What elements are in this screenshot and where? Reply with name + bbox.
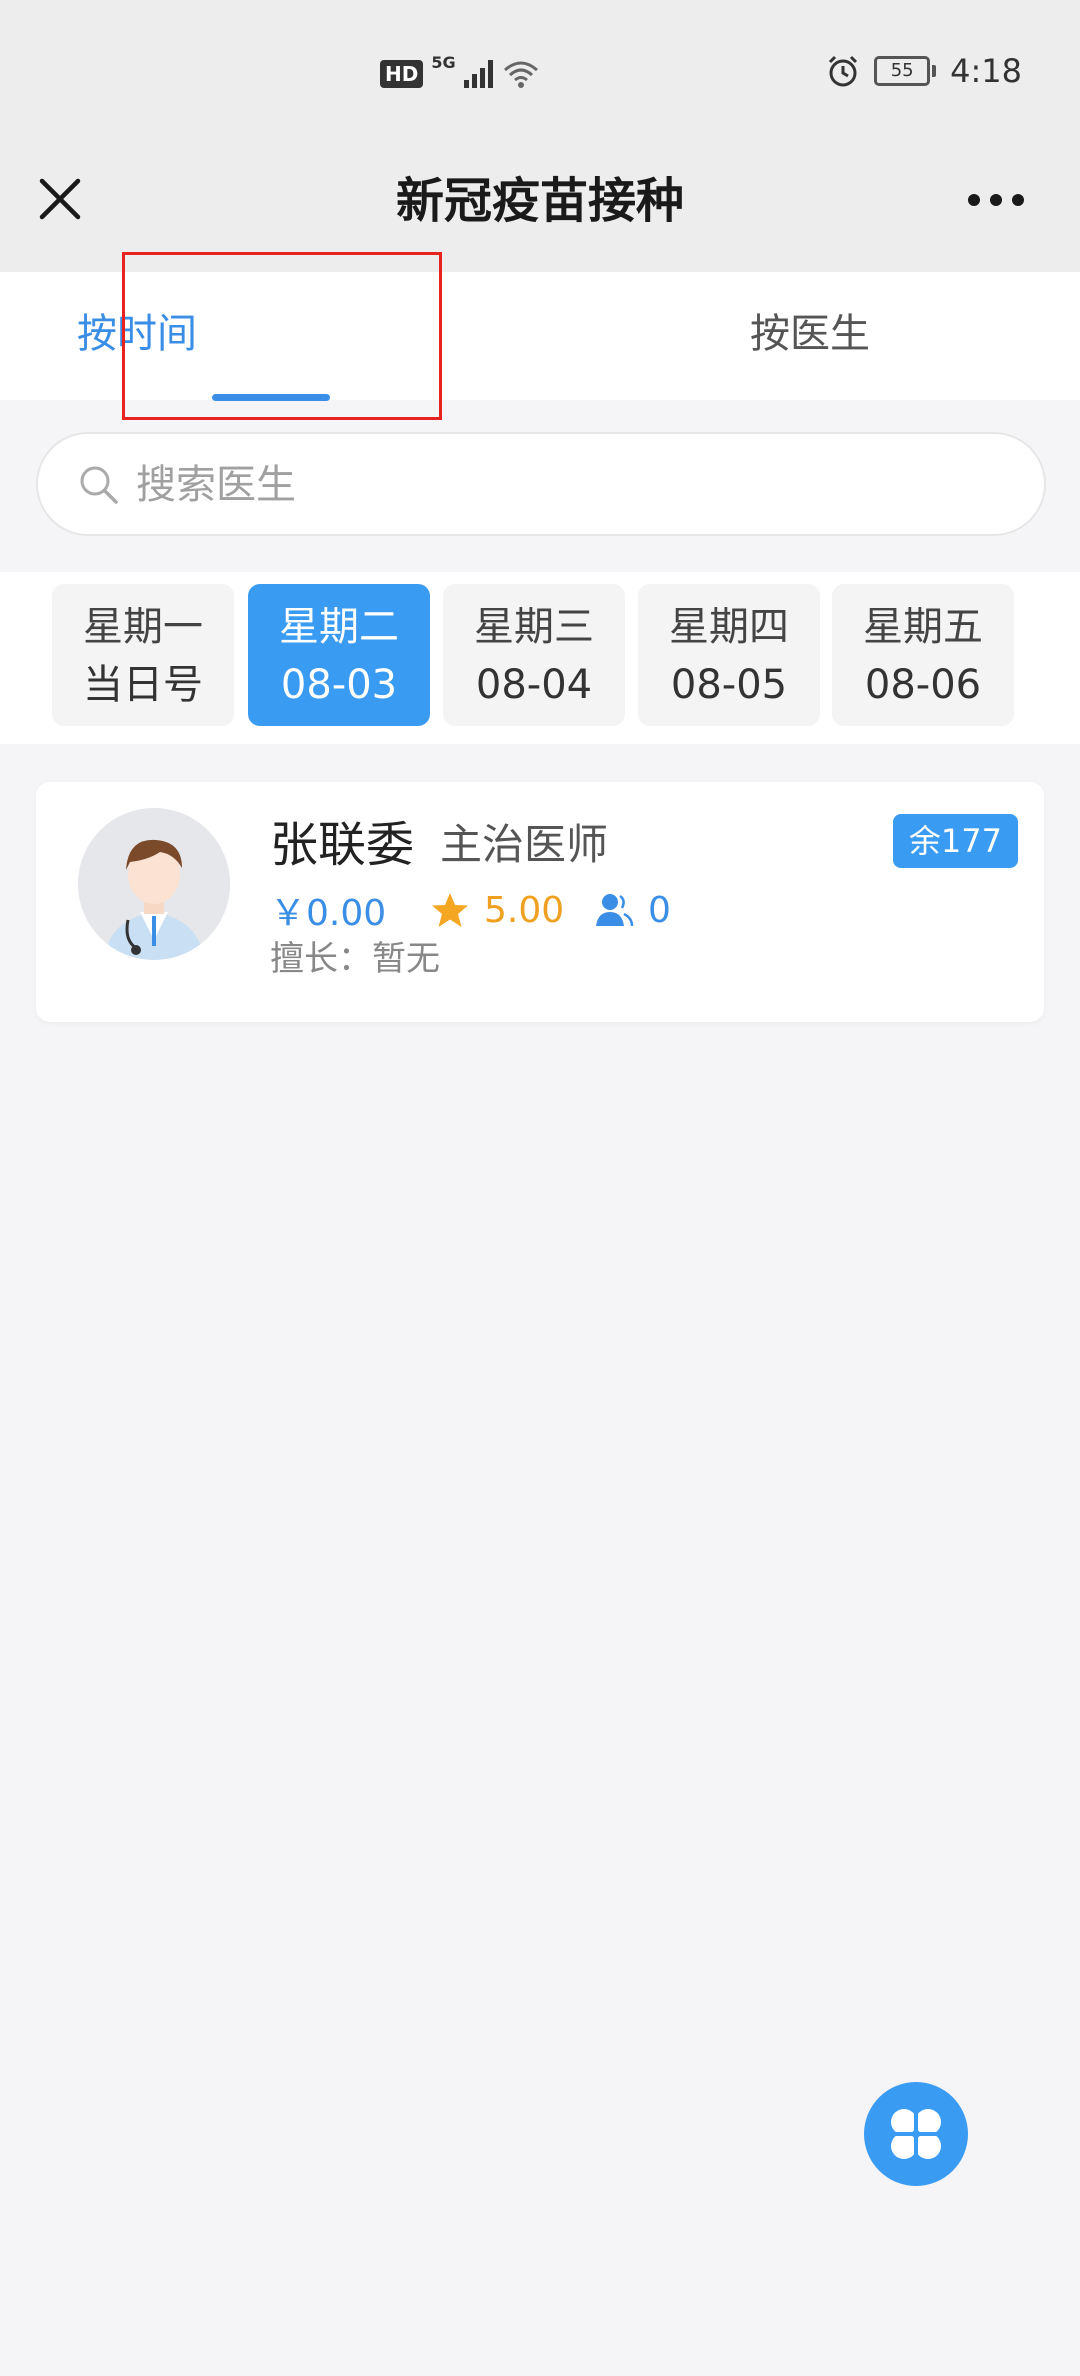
date-label: 08-03 bbox=[280, 662, 398, 708]
network-type: 5G bbox=[431, 52, 456, 72]
doctor-avatar-icon bbox=[78, 808, 230, 960]
battery-icon: 55 bbox=[874, 56, 937, 86]
avatar bbox=[78, 808, 230, 960]
doctor-card[interactable]: 张联委 主治医师 余177 ￥0.00 5.00 0 擅长：暂无 bbox=[36, 782, 1044, 1022]
date-label: 08-06 bbox=[864, 662, 982, 708]
search-icon bbox=[80, 466, 118, 504]
more-icon[interactable] bbox=[968, 194, 1024, 208]
star-icon bbox=[432, 893, 468, 927]
date-selector: 星期一 当日号 星期二 08-03 星期三 08-04 星期四 08-05 星期… bbox=[0, 572, 1080, 744]
doctor-stats: ￥0.00 5.00 0 bbox=[270, 882, 671, 938]
battery-level: 55 bbox=[874, 56, 931, 86]
search-bar[interactable] bbox=[38, 434, 1044, 534]
wifi-icon bbox=[503, 61, 538, 88]
alarm-icon bbox=[829, 55, 858, 87]
status-bar: HD 5G 55 4:18 bbox=[0, 0, 1080, 150]
page-title: 新冠疫苗接种 bbox=[395, 173, 684, 229]
date-weekday: 星期二 bbox=[279, 604, 399, 650]
date-weekday: 星期三 bbox=[474, 604, 594, 650]
date-item-tue[interactable]: 星期二 08-03 bbox=[248, 584, 430, 726]
clock: 4:18 bbox=[950, 52, 1022, 90]
clover-icon bbox=[891, 2109, 941, 2159]
date-item-fri[interactable]: 星期五 08-06 bbox=[832, 584, 1014, 726]
date-item-wed[interactable]: 星期三 08-04 bbox=[443, 584, 625, 726]
remaining-badge: 余177 bbox=[892, 814, 1018, 868]
date-weekday: 星期五 bbox=[863, 604, 983, 650]
date-label: 08-05 bbox=[670, 662, 788, 708]
tab-by-doctor[interactable]: 按医生 bbox=[540, 272, 1080, 400]
date-item-thu[interactable]: 星期四 08-05 bbox=[638, 584, 820, 726]
highlight-box bbox=[122, 252, 442, 420]
hd-badge: HD bbox=[380, 60, 424, 88]
signal-icon bbox=[463, 60, 493, 88]
date-label: 08-04 bbox=[475, 662, 593, 708]
floating-menu-button[interactable] bbox=[864, 2082, 968, 2186]
tab-by-doctor-label: 按医生 bbox=[750, 311, 870, 357]
doctor-rating: 5.00 bbox=[484, 889, 565, 931]
search-input[interactable] bbox=[134, 456, 998, 514]
date-weekday: 星期四 bbox=[669, 604, 789, 650]
date-label: 当日号 bbox=[83, 662, 203, 708]
consult-price: ￥0.00 bbox=[270, 893, 387, 934]
user-icon bbox=[596, 894, 634, 927]
status-indicators: HD 5G bbox=[380, 53, 541, 90]
date-weekday: 星期一 bbox=[83, 604, 203, 650]
doctor-specialty: 擅长：暂无 bbox=[270, 939, 440, 979]
date-item-mon[interactable]: 星期一 当日号 bbox=[52, 584, 234, 726]
doctor-name: 张联委 bbox=[270, 817, 415, 873]
consult-count: 0 bbox=[648, 889, 671, 931]
status-right: 55 4:18 bbox=[826, 52, 1022, 90]
doctor-title: 主治医师 bbox=[440, 820, 609, 869]
